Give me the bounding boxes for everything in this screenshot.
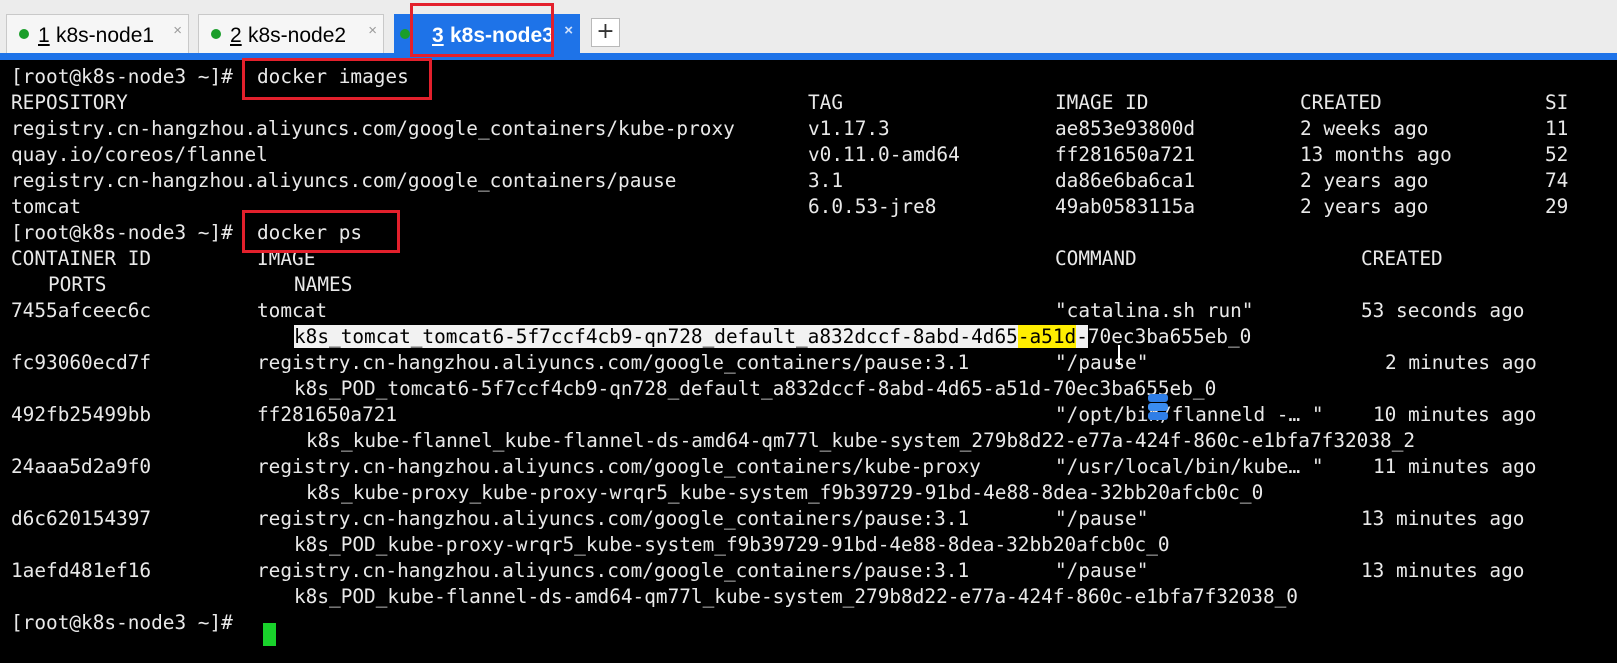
container-created: 10 minutes ago — [1373, 403, 1537, 426]
column-header-created: CREATED — [1361, 247, 1443, 270]
container-command: "/opt/bin/flanneld -… " — [1055, 403, 1324, 426]
image-created: 2 years ago — [1300, 195, 1429, 218]
container-command: "catalina.sh run" — [1055, 299, 1254, 322]
annotation-box-docker-ps — [242, 210, 400, 253]
close-tab-icon[interactable]: × — [173, 22, 182, 39]
tab-k8s-node2[interactable]: 2 k8s-node2 × — [198, 14, 384, 53]
connected-status-icon — [400, 29, 410, 39]
container-id: 24aaa5d2a9f0 — [11, 455, 152, 478]
container-id: d6c620154397 — [11, 507, 152, 530]
image-size: 52 — [1545, 143, 1569, 166]
container-name[interactable]: k8s_tomcat_tomcat6-5f7ccf4cb9-qn728_defa… — [294, 325, 1252, 348]
image-created: 2 weeks ago — [1300, 117, 1429, 140]
image-repository: tomcat — [11, 195, 82, 218]
image-size: 11 — [1545, 117, 1569, 140]
container-name: k8s_POD_tomcat6-5f7ccf4cb9-qn728_default… — [294, 377, 1217, 400]
container-created: 2 minutes ago — [1385, 351, 1537, 374]
search-highlight: -a51d — [1017, 325, 1077, 348]
image-size: 74 — [1545, 169, 1569, 192]
column-header-ports: PORTS — [48, 273, 107, 296]
container-image: tomcat — [257, 299, 328, 322]
image-id: 49ab0583115a — [1055, 195, 1196, 218]
container-name: k8s_POD_kube-proxy-wrqr5_kube-system_f9b… — [294, 533, 1170, 556]
container-id: 1aefd481ef16 — [11, 559, 152, 582]
column-header-names: NAMES — [294, 273, 353, 296]
annotation-box-active-tab — [410, 3, 554, 57]
column-header-created: CREATED — [1300, 91, 1382, 114]
selected-text: k8s_tomcat_tomcat6-5f7ccf4cb9-qn728_defa… — [294, 325, 1018, 348]
container-name: k8s_POD_kube-flannel-ds-amd64-qm77l_kube… — [294, 585, 1298, 608]
column-header-container-id: CONTAINER ID — [11, 247, 152, 270]
container-created: 11 minutes ago — [1373, 455, 1537, 478]
container-command: "/pause" — [1055, 507, 1149, 530]
image-id: ff281650a721 — [1055, 143, 1196, 166]
selected-text: - — [1076, 325, 1088, 348]
image-tag: v1.17.3 — [808, 117, 890, 140]
tab-label: k8s-node2 — [248, 24, 347, 47]
shell-prompt: [root@k8s-node3 ~]# — [11, 221, 233, 244]
container-command: "/pause" — [1055, 559, 1149, 582]
terminal-cursor — [263, 623, 276, 646]
annotation-box-docker-images — [242, 58, 432, 100]
column-header-repository: REPOSITORY — [11, 91, 128, 114]
image-created: 13 months ago — [1300, 143, 1452, 166]
container-name: k8s_kube-proxy_kube-proxy-wrqr5_kube-sys… — [306, 481, 1264, 504]
container-image: registry.cn-hangzhou.aliyuncs.com/google… — [257, 351, 970, 374]
image-created: 2 years ago — [1300, 169, 1429, 192]
tab-k8s-node1[interactable]: 1 k8s-node1 × — [6, 14, 189, 53]
column-header-size: SI — [1545, 91, 1569, 114]
text-cursor-icon — [1118, 345, 1120, 365]
connected-status-icon — [19, 29, 29, 39]
image-size: 29 — [1545, 195, 1569, 218]
image-tag: 3.1 — [808, 169, 844, 192]
drag-handle-icon — [1148, 394, 1168, 420]
container-created: 53 seconds ago — [1361, 299, 1525, 322]
image-id: da86e6ba6ca1 — [1055, 169, 1196, 192]
tab-bar: 1 k8s-node1 × 2 k8s-node2 × 3 k8s-node3 … — [0, 0, 1617, 53]
container-command: "/usr/local/bin/kube… " — [1055, 455, 1324, 478]
add-tab-button[interactable]: + — [591, 18, 620, 47]
container-name: k8s_kube-flannel_kube-flannel-ds-amd64-q… — [306, 429, 1416, 452]
container-image: registry.cn-hangzhou.aliyuncs.com/google… — [257, 559, 970, 582]
image-tag: v0.11.0-amd64 — [808, 143, 960, 166]
image-tag: 6.0.53-jre8 — [808, 195, 937, 218]
shell-prompt: [root@k8s-node3 ~]# — [11, 611, 233, 634]
connected-status-icon — [211, 29, 221, 39]
unselected-text: 70ec3ba655eb_0 — [1087, 325, 1252, 348]
shell-prompt: [root@k8s-node3 ~]# — [11, 65, 233, 88]
container-id: 7455afceec6c — [11, 299, 152, 322]
column-header-image-id: IMAGE ID — [1055, 91, 1149, 114]
tab-label: k8s-node1 — [56, 24, 155, 47]
tab-number: 2 — [230, 24, 242, 47]
container-id: fc93060ecd7f — [11, 351, 152, 374]
close-tab-icon[interactable]: × — [368, 22, 377, 39]
tab-number: 1 — [38, 24, 50, 47]
container-created: 13 minutes ago — [1361, 559, 1525, 582]
image-repository: quay.io/coreos/flannel — [11, 143, 268, 166]
image-repository: registry.cn-hangzhou.aliyuncs.com/google… — [11, 117, 735, 140]
container-command: "/pause" — [1055, 351, 1149, 374]
close-tab-icon[interactable]: × — [564, 22, 573, 39]
image-id: ae853e93800d — [1055, 117, 1196, 140]
container-id: 492fb25499bb — [11, 403, 152, 426]
image-repository: registry.cn-hangzhou.aliyuncs.com/google… — [11, 169, 677, 192]
container-image: registry.cn-hangzhou.aliyuncs.com/google… — [257, 507, 970, 530]
container-created: 13 minutes ago — [1361, 507, 1525, 530]
column-header-command: COMMAND — [1055, 247, 1137, 270]
container-image: ff281650a721 — [257, 403, 398, 426]
column-header-tag: TAG — [808, 91, 844, 114]
container-image: registry.cn-hangzhou.aliyuncs.com/google… — [257, 455, 981, 478]
